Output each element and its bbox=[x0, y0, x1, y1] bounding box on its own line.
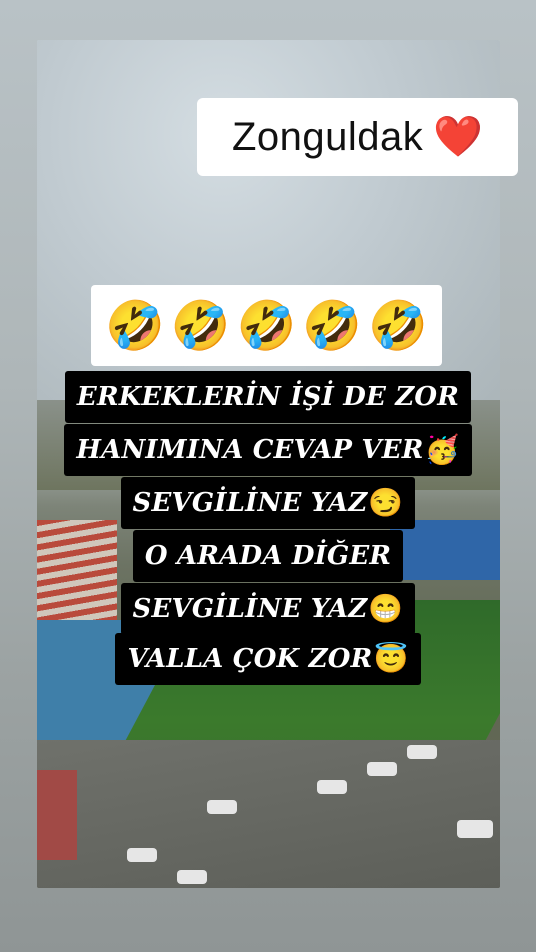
caption-text: O ARADA DİĞER bbox=[144, 541, 392, 571]
emoji-sticker: 🤣 🤣 🤣 🤣 🤣 bbox=[91, 285, 442, 366]
caption-line-2: HANIMINA CEVAP VER 🥳 bbox=[0, 424, 536, 476]
caption-line-4: O ARADA DİĞER bbox=[0, 530, 536, 582]
party-face-icon: 🥳 bbox=[424, 433, 460, 466]
car bbox=[407, 745, 437, 759]
car bbox=[127, 848, 157, 862]
caption-line-3: SEVGİLİNE YAZ 😏 bbox=[0, 477, 536, 529]
caption-line-6: VALLA ÇOK ZOR 😇 bbox=[0, 633, 536, 685]
caption-line-box: VALLA ÇOK ZOR 😇 bbox=[115, 633, 421, 685]
caption-text: VALLA ÇOK ZOR bbox=[127, 644, 373, 674]
rolling-laughing-emoji: 🤣 bbox=[368, 297, 428, 354]
caption-line-box: ERKEKLERİN İŞİ DE ZOR bbox=[64, 371, 472, 423]
rolling-laughing-emoji: 🤣 bbox=[105, 297, 165, 354]
rolling-laughing-emoji: 🤣 bbox=[236, 297, 297, 354]
caption-text: ERKEKLERİN İŞİ DE ZOR bbox=[76, 382, 460, 412]
car bbox=[367, 762, 397, 776]
caption-line-1: ERKEKLERİN İŞİ DE ZOR bbox=[0, 371, 536, 423]
road bbox=[37, 740, 500, 888]
car bbox=[457, 820, 493, 838]
caption-line-5: SEVGİLİNE YAZ 😁 bbox=[0, 583, 536, 635]
caption-line-box: SEVGİLİNE YAZ 😁 bbox=[120, 583, 416, 635]
smirk-face-icon: 😏 bbox=[368, 486, 404, 519]
car bbox=[207, 800, 237, 814]
car bbox=[177, 870, 207, 884]
caption-line-box: HANIMINA CEVAP VER 🥳 bbox=[64, 424, 472, 476]
car bbox=[317, 780, 347, 794]
heart-icon: ❤️ bbox=[433, 114, 484, 160]
halo-face-icon: 😇 bbox=[373, 642, 409, 675]
caption-text: HANIMINA CEVAP VER bbox=[76, 435, 424, 465]
rolling-laughing-emoji: 🤣 bbox=[302, 297, 363, 354]
red-building bbox=[37, 770, 77, 860]
caption-text: SEVGİLİNE YAZ bbox=[132, 594, 368, 624]
location-title: Zonguldak bbox=[231, 114, 424, 159]
caption-line-box: SEVGİLİNE YAZ 😏 bbox=[120, 477, 416, 529]
caption-line-box: O ARADA DİĞER bbox=[132, 530, 404, 582]
rolling-laughing-emoji: 🤣 bbox=[170, 297, 231, 354]
grin-face-icon: 😁 bbox=[368, 592, 404, 625]
location-sticker: Zonguldak ❤️ bbox=[197, 98, 518, 176]
caption-text: SEVGİLİNE YAZ bbox=[132, 488, 368, 518]
